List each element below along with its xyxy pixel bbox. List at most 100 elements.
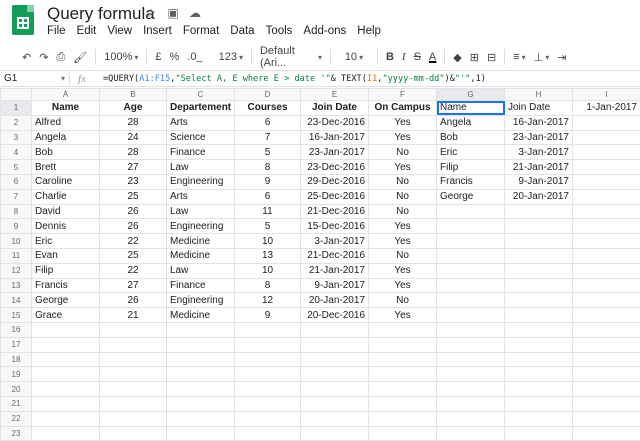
cell-a5[interactable]: Brett bbox=[32, 160, 100, 175]
row-header[interactable]: 15 bbox=[1, 308, 32, 323]
cell-h23[interactable] bbox=[505, 426, 573, 441]
cell-g3[interactable]: Bob bbox=[437, 130, 505, 145]
cell-f10[interactable]: Yes bbox=[369, 234, 437, 249]
cell-a21[interactable] bbox=[32, 396, 100, 411]
row-header[interactable]: 22 bbox=[1, 411, 32, 426]
cell-d15[interactable]: 9 bbox=[235, 308, 301, 323]
cloud-status-icon[interactable]: ☁ bbox=[188, 6, 202, 20]
cell-e13[interactable]: 9-Jan-2017 bbox=[301, 278, 369, 293]
cell-g11[interactable] bbox=[437, 248, 505, 263]
percent-format-button[interactable]: % bbox=[166, 47, 184, 67]
cell-f19[interactable] bbox=[369, 367, 437, 382]
cell-c5[interactable]: Law bbox=[167, 160, 235, 175]
cell-c8[interactable]: Law bbox=[167, 204, 235, 219]
cell-g13[interactable] bbox=[437, 278, 505, 293]
cell-h4[interactable]: 3-Jan-2017 bbox=[505, 145, 573, 160]
cell-h13[interactable] bbox=[505, 278, 573, 293]
column-header-f[interactable]: F bbox=[369, 89, 437, 101]
cell-i2[interactable] bbox=[573, 115, 640, 130]
cell-i6[interactable] bbox=[573, 174, 640, 189]
cell-h20[interactable] bbox=[505, 382, 573, 397]
menu-add-ons[interactable]: Add-ons bbox=[303, 25, 346, 37]
cell-h1[interactable]: Join Date bbox=[505, 101, 573, 116]
cell-g2[interactable]: Angela bbox=[437, 115, 505, 130]
column-header-c[interactable]: C bbox=[167, 89, 235, 101]
cell-e3[interactable]: 16-Jan-2017 bbox=[301, 130, 369, 145]
cell-e17[interactable] bbox=[301, 337, 369, 352]
cell-b4[interactable]: 28 bbox=[100, 145, 167, 160]
cell-c22[interactable] bbox=[167, 411, 235, 426]
cell-f14[interactable]: No bbox=[369, 293, 437, 308]
cell-g4[interactable]: Eric bbox=[437, 145, 505, 160]
menu-insert[interactable]: Insert bbox=[143, 25, 172, 37]
cell-c21[interactable] bbox=[167, 396, 235, 411]
decrease-decimal-button[interactable]: .0_ bbox=[183, 47, 206, 67]
cell-e6[interactable]: 29-Dec-2016 bbox=[301, 174, 369, 189]
cell-h21[interactable] bbox=[505, 396, 573, 411]
cell-h3[interactable]: 23-Jan-2017 bbox=[505, 130, 573, 145]
cell-d12[interactable]: 10 bbox=[235, 263, 301, 278]
row-header[interactable]: 2 bbox=[1, 115, 32, 130]
undo-icon[interactable]: ↶ bbox=[18, 47, 35, 67]
cell-a9[interactable]: Dennis bbox=[32, 219, 100, 234]
cell-e23[interactable] bbox=[301, 426, 369, 441]
merge-cells-icon[interactable]: ⊟ bbox=[483, 47, 500, 67]
column-header-b[interactable]: B bbox=[100, 89, 167, 101]
menu-file[interactable]: File bbox=[47, 25, 66, 37]
cell-d11[interactable]: 13 bbox=[235, 248, 301, 263]
cell-i18[interactable] bbox=[573, 352, 640, 367]
cell-f5[interactable]: Yes bbox=[369, 160, 437, 175]
cell-e20[interactable] bbox=[301, 382, 369, 397]
italic-button[interactable]: I bbox=[398, 47, 410, 67]
cell-b2[interactable]: 28 bbox=[100, 115, 167, 130]
cell-a22[interactable] bbox=[32, 411, 100, 426]
cell-e5[interactable]: 23-Dec-2016 bbox=[301, 160, 369, 175]
row-header[interactable]: 17 bbox=[1, 337, 32, 352]
column-header-e[interactable]: E bbox=[301, 89, 369, 101]
document-title[interactable]: Query formula bbox=[47, 4, 155, 24]
cell-i13[interactable] bbox=[573, 278, 640, 293]
row-header[interactable]: 20 bbox=[1, 382, 32, 397]
cell-f8[interactable]: No bbox=[369, 204, 437, 219]
cell-d3[interactable]: 7 bbox=[235, 130, 301, 145]
cell-f16[interactable] bbox=[369, 322, 437, 337]
cell-b1[interactable]: Age bbox=[100, 101, 167, 116]
cell-g7[interactable]: George bbox=[437, 189, 505, 204]
cell-i19[interactable] bbox=[573, 367, 640, 382]
chevron-down-icon[interactable]: ▾ bbox=[61, 71, 65, 87]
cell-d2[interactable]: 6 bbox=[235, 115, 301, 130]
cell-g12[interactable] bbox=[437, 263, 505, 278]
cell-g19[interactable] bbox=[437, 367, 505, 382]
cell-d22[interactable] bbox=[235, 411, 301, 426]
cell-d1[interactable]: Courses bbox=[235, 101, 301, 116]
cell-f21[interactable] bbox=[369, 396, 437, 411]
cell-i15[interactable] bbox=[573, 308, 640, 323]
cell-c7[interactable]: Arts bbox=[167, 189, 235, 204]
formula-input[interactable]: =QUERY(A1:F15,"Select A, E where E > dat… bbox=[103, 71, 486, 87]
cell-i9[interactable] bbox=[573, 219, 640, 234]
cell-e12[interactable]: 21-Jan-2017 bbox=[301, 263, 369, 278]
cell-i4[interactable] bbox=[573, 145, 640, 160]
cell-d23[interactable] bbox=[235, 426, 301, 441]
cell-f12[interactable]: Yes bbox=[369, 263, 437, 278]
cell-e11[interactable]: 21-Dec-2016 bbox=[301, 248, 369, 263]
cell-a13[interactable]: Francis bbox=[32, 278, 100, 293]
bold-button[interactable]: B bbox=[382, 47, 398, 67]
cell-b20[interactable] bbox=[100, 382, 167, 397]
cell-i16[interactable] bbox=[573, 322, 640, 337]
cell-i17[interactable] bbox=[573, 337, 640, 352]
print-icon[interactable]: ⎙ bbox=[52, 47, 69, 67]
cell-g9[interactable] bbox=[437, 219, 505, 234]
cell-i14[interactable] bbox=[573, 293, 640, 308]
menu-help[interactable]: Help bbox=[357, 25, 381, 37]
cell-b10[interactable]: 22 bbox=[100, 234, 167, 249]
cell-f23[interactable] bbox=[369, 426, 437, 441]
cell-b16[interactable] bbox=[100, 322, 167, 337]
vertical-align-icon[interactable]: ⊥ bbox=[530, 47, 554, 67]
row-header[interactable]: 8 bbox=[1, 204, 32, 219]
menu-format[interactable]: Format bbox=[183, 25, 219, 37]
cell-i3[interactable] bbox=[573, 130, 640, 145]
cell-d4[interactable]: 5 bbox=[235, 145, 301, 160]
cell-h15[interactable] bbox=[505, 308, 573, 323]
cell-e21[interactable] bbox=[301, 396, 369, 411]
